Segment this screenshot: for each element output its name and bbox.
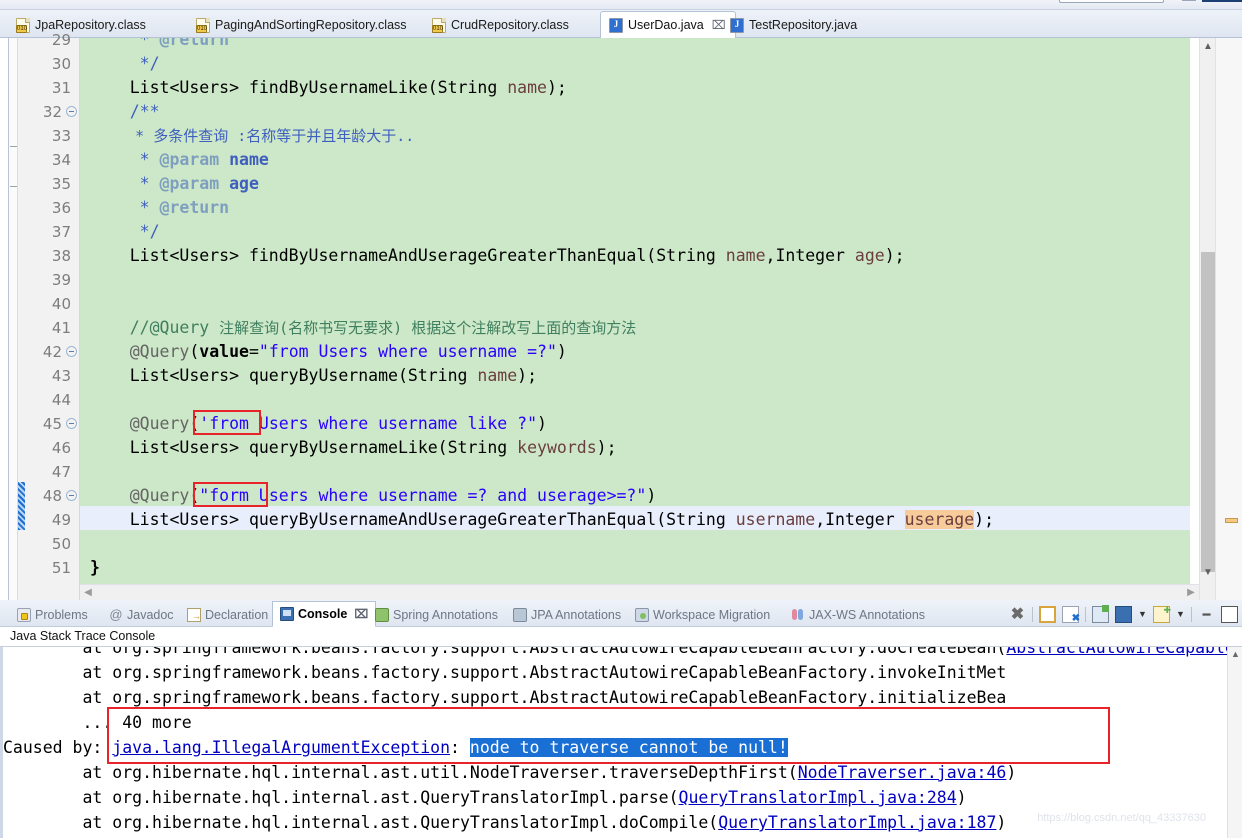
jaxws-annotations-icon <box>791 608 805 622</box>
class-file-icon: 010 <box>16 17 30 33</box>
scroll-down-icon[interactable]: ▼ <box>1200 564 1216 581</box>
console-title: Java Stack Trace Console <box>0 627 1242 647</box>
quick-access-field[interactable]: Quick Access <box>1059 0 1164 3</box>
code-text-area[interactable]: * @return */ List<Users> findByUsernameL… <box>80 38 1190 600</box>
toolbar-separator <box>1085 606 1086 622</box>
toolbar-separator <box>1191 606 1192 622</box>
declaration-icon: → <box>187 607 201 622</box>
close-icon[interactable]: ⌧ <box>354 607 368 621</box>
class-file-icon: 010 <box>432 17 446 33</box>
view-tab-label: Declaration <box>205 607 269 622</box>
eclipse-ide-window: ⚙ ▶ 📁 📁 📁 ↷ ✎ ▣ ▼ ☐ ☰ ⋮ ▤ Quick Access 0… <box>0 0 1242 838</box>
fold-collapse-icon-48[interactable] <box>66 490 77 501</box>
overview-marker-warning[interactable] <box>1225 518 1238 523</box>
console-icon <box>280 607 294 621</box>
editor-tab-testrepository-java[interactable]: J TestRepository.java <box>722 12 866 38</box>
view-tab-label: JPA Annotations <box>531 607 622 622</box>
workspace-migration-icon <box>635 607 649 622</box>
console-view: Problems @ Javadoc → Declaration Console… <box>0 600 1242 838</box>
chevron-down-icon[interactable]: ▼ <box>1176 606 1185 623</box>
change-bar-marker <box>18 482 25 530</box>
console-line: at org.springframework.beans.factory.sup… <box>3 688 1007 707</box>
line-number-ruler: 29 30 31 32 33 34 35 36 37 38 39 40 41 4… <box>18 31 80 600</box>
annotation-ruler[interactable] <box>9 38 18 600</box>
open-console-icon[interactable]: ✚ <box>1153 605 1171 623</box>
view-tab-javadoc[interactable]: @ Javadoc <box>102 602 181 627</box>
editor-tab-crudrepository-class[interactable]: 010 CrudRepository.class <box>424 12 578 38</box>
view-tab-label: Console <box>298 607 348 621</box>
tab-label: CrudRepository.class <box>451 18 569 32</box>
console-line: ... 40 more <box>3 713 192 732</box>
tab-label: UserDao.java <box>628 18 704 32</box>
maximize-icon[interactable] <box>1221 605 1238 623</box>
view-tab-problems[interactable]: Problems <box>10 602 95 627</box>
editor-frame: 29 30 31 32 33 34 35 36 37 38 39 40 41 4… <box>8 31 1242 600</box>
editor-tab-bar: 010 JpaRepository.class 010 PagingAndSor… <box>0 10 1242 39</box>
view-tab-label: Javadoc <box>127 607 174 622</box>
view-tab-label: Spring Annotations <box>393 607 498 622</box>
view-toolbar: ✖ ✖ ▼ ✚ ▼ ━ <box>1009 603 1238 625</box>
main-toolbar: ⚙ ▶ 📁 📁 📁 ↷ ✎ ▣ ▼ ☐ ☰ ⋮ ▤ Quick Access <box>0 0 1242 10</box>
view-tab-spring-annotations[interactable]: Spring Annotations <box>368 602 505 627</box>
console-line: at org.springframework.beans.factory.sup… <box>3 663 1007 682</box>
scroll-left-icon[interactable]: ◀ <box>80 585 96 601</box>
problems-icon <box>17 607 31 622</box>
x-icon[interactable]: ✖ <box>1009 606 1026 623</box>
console-line: at org.hibernate.hql.internal.ast.QueryT… <box>3 788 967 807</box>
view-tab-workspace-migration[interactable]: Workspace Migration <box>628 602 777 627</box>
source-code: * @return */ List<Users> findByUsernameL… <box>90 38 995 577</box>
view-tab-label: JAX-WS Annotations <box>809 607 926 622</box>
console-line: at org.springframework.beans.factory.sup… <box>3 647 1242 657</box>
fold-collapse-icon-32[interactable] <box>66 106 77 117</box>
clear-icon[interactable]: ✖ <box>1062 605 1080 624</box>
console-output[interactable]: at org.springframework.beans.factory.sup… <box>0 647 1242 838</box>
view-tab-label: Problems <box>35 607 88 622</box>
minimize-icon[interactable]: ━ <box>1198 606 1215 623</box>
java-file-icon: J <box>730 17 744 33</box>
spring-annotations-icon <box>375 607 389 622</box>
watermark: https://blog.csdn.net/qq_43337630 <box>1037 812 1206 824</box>
javadoc-icon: @ <box>109 606 123 622</box>
overview-ruler[interactable] <box>1215 38 1242 600</box>
editor-vertical-scrollbar[interactable]: ▲ ▼ <box>1199 38 1215 600</box>
class-file-icon: 010 <box>196 17 210 33</box>
console-line: at org.hibernate.hql.internal.ast.util.N… <box>3 763 1017 782</box>
view-tab-jpa-annotations[interactable]: JPA Annotations <box>506 602 628 627</box>
editor-tab-jparepository-class[interactable]: 010 JpaRepository.class <box>8 12 155 38</box>
window-controls[interactable] <box>1202 0 1242 2</box>
tab-label: PagingAndSortingRepository.class <box>215 18 407 32</box>
scroll-right-icon[interactable]: ▶ <box>1183 585 1199 601</box>
java-file-icon: J <box>609 17 623 33</box>
console-line-caused-by: Caused by: java.lang.IllegalArgumentExce… <box>3 738 788 757</box>
console-vertical-scrollbar[interactable]: ▲ <box>1227 647 1242 838</box>
scroll-lock-icon[interactable] <box>1092 604 1109 623</box>
perspective-switcher[interactable] <box>1182 0 1196 1</box>
view-tab-console[interactable]: Console ⌧ <box>272 601 377 627</box>
remove-icon[interactable] <box>1039 605 1056 623</box>
tab-label: TestRepository.java <box>749 18 858 32</box>
view-tab-bar: Problems @ Javadoc → Declaration Console… <box>0 600 1242 627</box>
display-console-icon[interactable] <box>1115 605 1132 623</box>
scroll-up-icon[interactable]: ▲ <box>1200 38 1216 55</box>
fold-collapse-icon-45[interactable] <box>66 418 77 429</box>
scroll-up-icon[interactable]: ▲ <box>1228 647 1242 661</box>
view-tab-label: Workspace Migration <box>653 607 771 622</box>
view-tab-declaration[interactable]: → Declaration <box>180 602 275 627</box>
scrollbar-thumb[interactable] <box>1201 252 1215 572</box>
toolbar-icon-row[interactable]: ⚙ ▶ 📁 📁 📁 ↷ ✎ ▣ ▼ ☐ ☰ ⋮ ▤ <box>6 0 183 1</box>
editor-horizontal-scrollbar[interactable]: ◀ ▶ <box>80 584 1199 600</box>
chevron-down-icon[interactable]: ▼ <box>1138 606 1147 623</box>
toolbar-separator <box>1032 606 1033 622</box>
fold-collapse-icon-42[interactable] <box>66 346 77 357</box>
editor-tab-pagingandsortingrepository-class[interactable]: 010 PagingAndSortingRepository.class <box>188 12 416 38</box>
view-tab-jaxws-annotations[interactable]: JAX-WS Annotations <box>784 602 932 627</box>
jpa-annotations-icon <box>513 607 527 622</box>
editor-tab-userdao-java[interactable]: J UserDao.java ⌧ <box>600 11 736 39</box>
code-editor[interactable]: 29 30 31 32 33 34 35 36 37 38 39 40 41 4… <box>0 31 1242 600</box>
